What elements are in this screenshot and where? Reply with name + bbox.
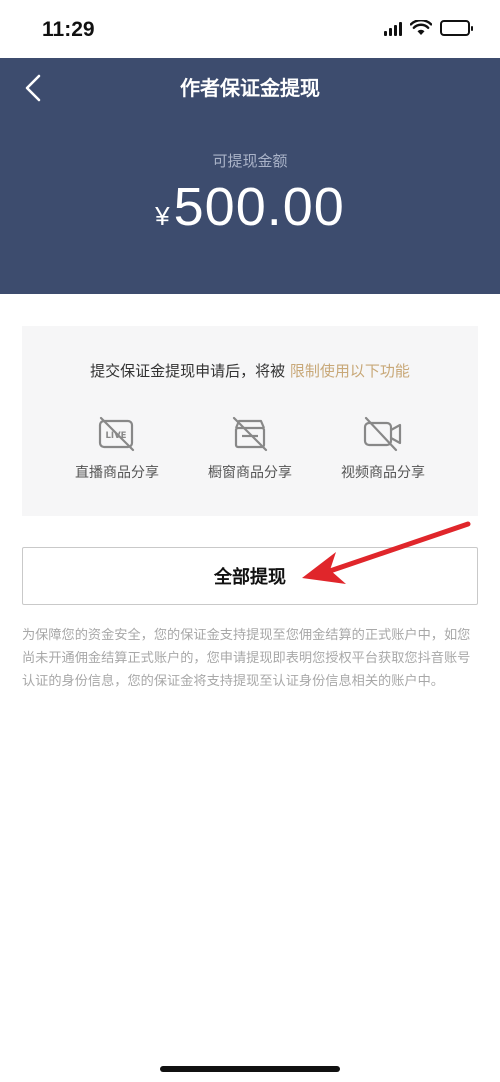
balance-label: 可提现金额 [212,152,288,170]
status-time: 11:29 [42,18,95,41]
red-arrow-annotation [302,521,471,584]
disclaimer-text: 为保障您的资金安全，您的保证金支持提现至您佣金结算的正式账户中，如您尚未开通佣金… [22,628,471,689]
header: 作者保证金提现 可提现金额 ¥ 500.00 [0,58,500,294]
currency-symbol: ¥ [155,201,170,231]
restriction-notice-card: 提交保证金提现申请后，将被 限制使用以下功能 LIVE 直播商品分享 橱窗商品分… [22,326,478,516]
feature-label: 视频商品分享 [341,465,425,481]
status-icons [384,20,473,36]
wifi-icon [410,20,432,35]
notice-text-prefix: 提交保证金提现申请后，将被 [90,362,290,380]
balance-amount: ¥ 500.00 [0,176,500,238]
cellular-signal-icon [384,20,402,36]
page-title: 作者保证金提现 [180,76,320,100]
notice-text-highlight: 限制使用以下功能 [289,362,410,380]
feature-live-share: LIVE 直播商品分享 [52,416,182,482]
feature-video-share: 视频商品分享 [318,416,448,482]
store-disabled-icon [232,416,268,452]
battery-icon [440,20,473,36]
feature-label: 直播商品分享 [75,465,159,481]
home-indicator [160,1066,340,1072]
video-disabled-icon [363,416,402,452]
status-bar: 11:29 [0,0,500,58]
live-disabled-icon: LIVE [98,416,135,452]
notice-text: 提交保证金提现申请后，将被 限制使用以下功能 [22,360,478,381]
amount-value: 500.00 [173,177,345,237]
feature-store-share: 橱窗商品分享 [185,416,315,482]
feature-label: 橱窗商品分享 [208,465,292,481]
